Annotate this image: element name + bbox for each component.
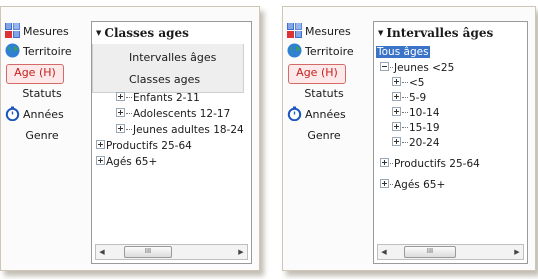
expand-icon[interactable] <box>392 107 401 116</box>
sidebar-item-mesures[interactable]: Mesures <box>287 23 351 41</box>
right-sidebar: Mesures Territoire Age (H) Statuts Année… <box>283 7 369 270</box>
sidebar-item-label: Années <box>305 108 346 121</box>
left-sidebar: Mesures Territoire Age (H) Statuts Année… <box>1 7 87 270</box>
horizontal-scrollbar[interactable]: ◀ III ▶ <box>377 244 524 260</box>
tree-node[interactable]: Jeunes <25 <box>380 61 454 75</box>
sidebar-item-label: Mesures <box>23 25 69 38</box>
sidebar-item-annees[interactable]: Années <box>287 106 346 124</box>
sidebar-item-territoire[interactable]: Territoire <box>287 43 354 61</box>
sidebar-item-age-h[interactable]: Age (H) <box>6 64 64 84</box>
tree-node[interactable]: Agés 65+ <box>380 178 445 192</box>
stopwatch-icon <box>287 106 302 121</box>
sidebar-item-statuts[interactable]: Statuts <box>1 85 83 103</box>
sidebar-item-label: Territoire <box>305 45 354 58</box>
sidebar-item-label: Age (H) <box>14 66 56 79</box>
expand-icon[interactable] <box>116 92 125 101</box>
tree-node[interactable]: 5-9 <box>392 91 426 105</box>
scrollbar-thumb[interactable]: III <box>404 246 456 258</box>
scroll-left-icon[interactable]: ◀ <box>96 245 108 259</box>
hierarchy-selector[interactable]: ▼ Classes ages <box>92 22 251 44</box>
sidebar-item-mesures[interactable]: Mesures <box>5 23 69 41</box>
sidebar-item-genre[interactable]: Genre <box>1 127 83 145</box>
expand-icon[interactable] <box>392 77 401 86</box>
tree-node[interactable]: Enfants 2-11 <box>116 91 200 105</box>
sidebar-item-label: Statuts <box>22 87 62 100</box>
right-panel: Mesures Territoire Age (H) Statuts Année… <box>282 6 536 271</box>
expand-icon[interactable] <box>96 140 105 149</box>
dropdown-option-classes[interactable]: Classes ages <box>129 70 200 90</box>
expand-icon[interactable] <box>380 158 389 167</box>
dropdown-option-intervalles[interactable]: Intervalles âges <box>129 48 216 68</box>
scroll-right-icon[interactable]: ▶ <box>235 245 247 259</box>
tree-node[interactable]: Jeunes adultes 18-24 <box>116 123 244 137</box>
chevron-down-icon[interactable]: ▼ <box>96 29 101 37</box>
left-panel: Mesures Territoire Age (H) Statuts Année… <box>0 6 260 271</box>
sidebar-item-statuts[interactable]: Statuts <box>283 85 365 103</box>
stopwatch-icon <box>5 106 20 121</box>
tree-node[interactable]: Adolescents 12-17 <box>116 107 230 121</box>
grid-chart-icon <box>287 23 302 38</box>
expand-icon[interactable] <box>392 137 401 146</box>
hierarchy-selector[interactable]: ▼ Intervalles âges <box>374 22 527 44</box>
expand-icon[interactable] <box>116 124 125 133</box>
expand-icon[interactable] <box>116 108 125 117</box>
hierarchy-dropdown: Intervalles âges Classes ages <box>92 44 244 93</box>
tree-node[interactable]: Productifs 25-64 <box>380 157 480 171</box>
sidebar-item-label: Territoire <box>23 45 72 58</box>
selected-item: Tous âges <box>376 46 430 58</box>
globe-icon <box>287 43 302 58</box>
hierarchy-selector-label: Classes ages <box>104 26 189 40</box>
hierarchy-tree[interactable]: ▼ Intervalles âges Tous âges Jeunes <25 <… <box>373 21 528 264</box>
tree-node[interactable]: 10-14 <box>392 106 440 120</box>
expand-icon[interactable] <box>392 92 401 101</box>
scroll-left-icon[interactable]: ◀ <box>378 245 390 259</box>
tree-node[interactable]: 20-24 <box>392 136 440 150</box>
tree-node[interactable]: <5 <box>392 76 424 90</box>
sidebar-item-label: Age (H) <box>296 66 338 79</box>
collapse-icon[interactable] <box>380 62 389 71</box>
scroll-right-icon[interactable]: ▶ <box>511 245 523 259</box>
sidebar-item-territoire[interactable]: Territoire <box>5 43 72 61</box>
sidebar-item-label: Statuts <box>304 87 344 100</box>
sidebar-item-annees[interactable]: Années <box>5 106 64 124</box>
sidebar-item-label: Genre <box>25 129 59 142</box>
hierarchy-selector-label: Intervalles âges <box>386 26 494 40</box>
tree-node[interactable]: 15-19 <box>392 121 440 135</box>
grid-chart-icon <box>5 23 20 38</box>
tree-node[interactable]: Productifs 25-64 <box>96 139 192 153</box>
expand-icon[interactable] <box>392 122 401 131</box>
expand-icon[interactable] <box>380 179 389 188</box>
horizontal-scrollbar[interactable]: ◀ III ▶ <box>95 244 248 260</box>
sidebar-item-label: Années <box>23 108 64 121</box>
expand-icon[interactable] <box>96 156 105 165</box>
scrollbar-thumb[interactable]: III <box>124 246 172 258</box>
sidebar-item-age-h[interactable]: Age (H) <box>288 64 346 84</box>
sidebar-item-label: Mesures <box>305 25 351 38</box>
hierarchy-tree[interactable]: ▼ Classes ages Intervalles âges Classes a… <box>91 21 252 264</box>
sidebar-item-genre[interactable]: Genre <box>283 127 365 145</box>
globe-icon <box>5 43 20 58</box>
tree-root-node[interactable]: Tous âges <box>376 45 430 59</box>
sidebar-item-label: Genre <box>307 129 341 142</box>
tree-node[interactable]: Agés 65+ <box>96 155 157 169</box>
chevron-down-icon[interactable]: ▼ <box>378 29 383 37</box>
